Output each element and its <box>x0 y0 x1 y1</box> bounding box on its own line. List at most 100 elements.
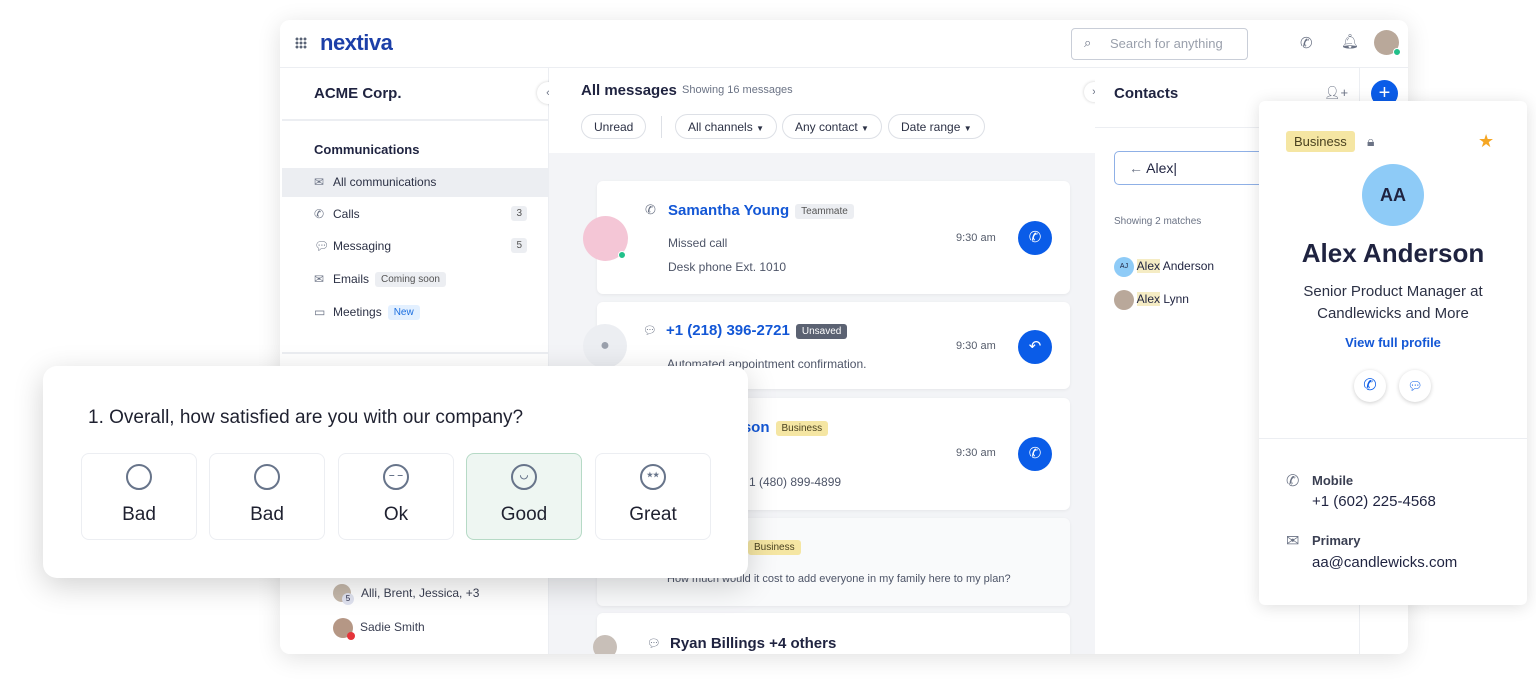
member-count: 5 <box>342 593 354 605</box>
bell-icon[interactable]: 🔔︎ <box>1341 33 1359 50</box>
top-bar: nextiva ⌕ Search for anything ✆ 🔔︎ <box>280 20 1408 68</box>
contact-avatar: AA <box>1362 164 1424 226</box>
message-line: Missed call <box>668 236 728 250</box>
section-title: Communications <box>314 142 420 157</box>
option-bad-2[interactable]: Bad <box>209 453 325 540</box>
teammate-badge: Teammate <box>795 204 854 219</box>
messages-header: All messages Showing 16 messages Unread … <box>549 68 1095 153</box>
conversation-item[interactable]: Sadie Smith <box>360 620 425 634</box>
option-label: Good <box>500 504 548 525</box>
inbox-icon: ✉ <box>314 175 325 189</box>
sidebar-item-emails[interactable]: ✉ Emails Coming soon <box>282 265 549 294</box>
option-great[interactable]: ★★ Great <box>595 453 711 540</box>
call-button[interactable]: ✆ <box>1018 437 1052 471</box>
contact-avatar <box>593 635 617 654</box>
sidebar-item-calls[interactable]: ✆ Calls 3 <box>282 200 549 229</box>
lock-icon: 🔒︎ <box>1367 133 1375 149</box>
filter-unread[interactable]: Unread <box>581 114 647 139</box>
timestamp: 9:30 am <box>956 447 996 459</box>
business-badge: Business <box>748 540 801 555</box>
chat-icon: 💬︎ <box>643 325 657 337</box>
survey-card: 1. Overall, how satisfied are you with o… <box>43 366 748 578</box>
filter-channels[interactable]: All channels ▼ <box>675 114 777 139</box>
option-label: Bad <box>122 504 156 525</box>
contact-result[interactable]: AJ Alex Anderson <box>1114 257 1214 277</box>
add-contact-icon[interactable]: 👤︎+ <box>1324 85 1348 101</box>
user-avatar[interactable] <box>1374 30 1401 56</box>
contact-name-rest: Anderson <box>1160 259 1215 274</box>
email-address[interactable]: aa@candlewicks.com <box>1312 554 1457 571</box>
conversation-item[interactable]: Alli, Brent, Jessica, +3 <box>361 586 479 600</box>
view-profile-link[interactable]: View full profile <box>1259 335 1527 350</box>
star-icon[interactable]: ★ <box>1478 131 1494 152</box>
divider <box>661 116 662 138</box>
coming-soon-badge: Coming soon <box>375 272 446 287</box>
unknown-avatar-icon: ● <box>583 324 627 368</box>
company: Candlewicks and More <box>1317 305 1469 322</box>
contact-name[interactable]: Samantha Young <box>668 202 789 219</box>
contact-name[interactable]: Ryan Billings +4 others <box>670 635 836 652</box>
match-count: Showing 2 matches <box>1114 216 1202 227</box>
phone-icon: ✆ <box>1286 473 1300 490</box>
unsaved-badge: Unsaved <box>795 324 848 339</box>
survey-question: 1. Overall, how satisfied are you with o… <box>88 407 524 428</box>
call-button[interactable]: ✆ <box>1018 221 1052 255</box>
contact-avatar <box>583 216 628 261</box>
contact-card: Business 🔒︎ ★ AA Alex Anderson Senior Pr… <box>1259 101 1527 605</box>
group-avatar: 5 <box>333 584 354 605</box>
neutral-face-icon: – – <box>383 464 409 490</box>
filter-contact[interactable]: Any contact ▼ <box>782 114 882 139</box>
nextiva-logo: nextiva <box>320 30 393 55</box>
message-count: Showing 16 messages <box>682 84 793 96</box>
search-input[interactable]: ⌕ Search for anything <box>1071 28 1248 60</box>
sidebar-item-all-communications[interactable]: ✉ All communications <box>282 168 549 197</box>
filter-date[interactable]: Date range ▼ <box>888 114 985 139</box>
sidebar-item-meetings[interactable]: ▭ Meetings New <box>282 298 549 327</box>
message-card[interactable]: 💬︎ Ryan Billings +4 others <box>593 613 1070 654</box>
chat-icon: 💬︎ <box>647 638 661 650</box>
contact-name: Alex Anderson <box>1301 238 1485 268</box>
shocked-face-icon <box>126 464 152 490</box>
match-highlight: Alex <box>1136 259 1161 274</box>
org-name: ACME Corp. <box>314 85 402 102</box>
phone-icon[interactable]: ✆ <box>1300 34 1313 52</box>
count-badge: 5 <box>511 238 527 253</box>
caret-down-icon: ▼ <box>756 124 764 133</box>
nav-label: Meetings <box>333 305 382 319</box>
messages-title: All messages <box>581 82 677 99</box>
option-good[interactable]: ◡ Good <box>466 453 582 540</box>
app-grid-icon[interactable] <box>295 37 307 49</box>
video-icon: ▭ <box>314 305 326 319</box>
option-bad-1[interactable]: Bad <box>81 453 197 540</box>
mobile-label: Mobile <box>1312 473 1354 488</box>
nav-label: Calls <box>333 207 360 221</box>
option-ok[interactable]: – – Ok <box>338 453 454 540</box>
nav-label: Emails <box>333 272 370 286</box>
contact-avatar <box>333 618 355 640</box>
filter-label: Any contact <box>795 120 858 134</box>
business-badge: Business <box>775 421 829 436</box>
sidebar-item-messaging[interactable]: 💬︎ Messaging 5 <box>282 232 549 261</box>
timestamp: 9:30 am <box>956 232 996 244</box>
message-button[interactable]: 💬︎ <box>1399 370 1431 402</box>
filter-label: Date range <box>901 120 961 134</box>
smiling-face-icon: ◡ <box>511 464 537 490</box>
business-badge: Business <box>1286 131 1355 152</box>
message-card[interactable]: ✆ Samantha Young Teammate Missed call Des… <box>583 181 1070 294</box>
job-title: Senior Product Manager at <box>1303 283 1483 300</box>
shocked-face-icon <box>254 464 280 490</box>
contact-name[interactable]: +1 (218) 396-2721 <box>666 322 790 339</box>
divider <box>282 352 549 354</box>
contact-name-rest: Lynn <box>1160 292 1189 307</box>
filter-label: All channels <box>688 120 753 134</box>
nav-label: Messaging <box>333 239 392 253</box>
back-arrow-icon[interactable]: ← <box>1129 160 1143 176</box>
contact-avatar: AJ <box>1114 257 1134 277</box>
option-label: Great <box>629 504 677 525</box>
contact-result[interactable]: Alex Lynn <box>1114 290 1189 310</box>
mail-icon: ✉ <box>1286 533 1300 550</box>
nav-label: All communications <box>333 175 437 189</box>
call-button[interactable]: ✆ <box>1354 370 1386 402</box>
mobile-number[interactable]: +1 (602) 225-4568 <box>1312 493 1436 510</box>
reply-button[interactable]: ↶ <box>1018 330 1052 364</box>
